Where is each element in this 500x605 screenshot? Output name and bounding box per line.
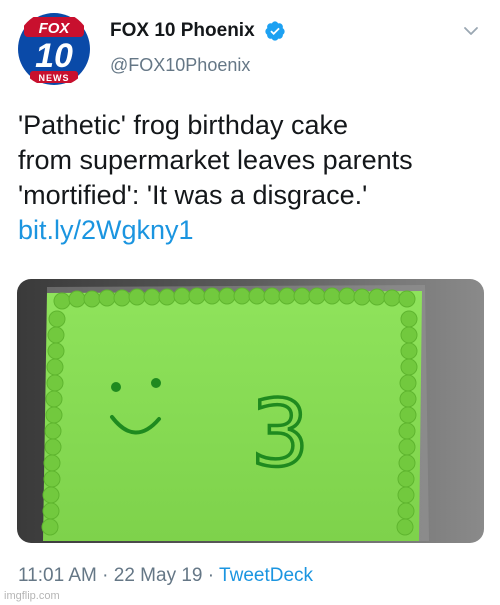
tweet-text-line: 'mortified': 'It was a disgrace.' (18, 180, 368, 210)
tweet-text-line: from supermarket leaves parents (18, 145, 413, 175)
tweet-card: FOX 10 NEWS FOX 10 Phoenix @FOX10Phoenix… (0, 0, 500, 605)
tweet-text: 'Pathetic' frog birthday cake from super… (18, 108, 488, 248)
avatar[interactable]: FOX 10 NEWS (16, 11, 92, 87)
chevron-down-icon[interactable] (462, 22, 480, 40)
author-name[interactable]: FOX 10 Phoenix (110, 20, 255, 42)
cake-photo[interactable]: 3 (17, 279, 484, 543)
tweet-link[interactable]: bit.ly/2Wgkny1 (18, 213, 488, 248)
author-handle[interactable]: @FOX10Phoenix (110, 55, 250, 76)
avatar-logo-news: NEWS (39, 73, 70, 83)
avatar-logo-fox: FOX (39, 20, 71, 37)
watermark: imgflip.com (4, 590, 60, 602)
tweet-time[interactable]: 11:01 AM (18, 565, 97, 586)
tweet-meta: 11:01 AM · 22 May 19 · TweetDeck (18, 565, 313, 587)
tweet-date[interactable]: 22 May 19 (114, 565, 203, 586)
meta-separator: · (207, 565, 215, 586)
cake-writing: 3 (251, 380, 310, 487)
meta-separator: · (102, 565, 109, 586)
verified-badge-icon (265, 21, 285, 41)
tweet-source[interactable]: TweetDeck (219, 565, 313, 586)
avatar-logo-number: 10 (35, 37, 73, 75)
tweet-text-line: 'Pathetic' frog birthday cake (18, 110, 348, 140)
